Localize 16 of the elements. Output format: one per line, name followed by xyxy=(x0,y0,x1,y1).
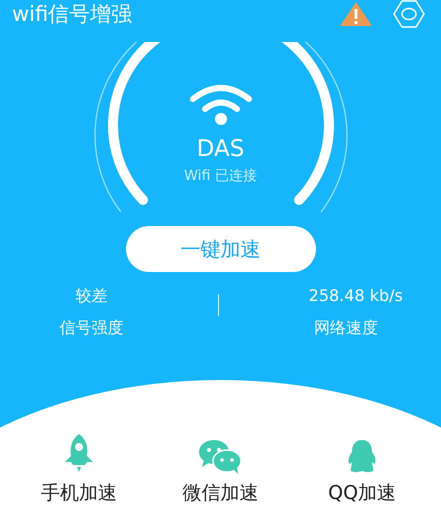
chat-bubbles-icon xyxy=(199,440,242,474)
warning-icon[interactable] xyxy=(339,1,373,27)
connection-status: Wifi 已连接 xyxy=(184,169,257,183)
settings-icon[interactable] xyxy=(393,0,425,28)
app-title: wifi信号增强 xyxy=(12,4,132,24)
stat-value: 258.48 kb/s xyxy=(308,288,403,304)
shortcut-button[interactable]: QQ加速 xyxy=(302,434,422,503)
wifi-icon xyxy=(190,84,252,126)
stat-label: 信号强度 xyxy=(59,320,124,336)
network-name: DAS xyxy=(196,138,244,161)
stat-label: 网络速度 xyxy=(314,320,378,336)
penguin-icon xyxy=(347,440,378,474)
stat-value: 较差 xyxy=(75,288,108,304)
rocket-icon xyxy=(62,434,95,474)
shortcut-button[interactable]: 手机加速 xyxy=(18,434,139,503)
shortcut-button[interactable]: 微信加速 xyxy=(160,434,280,503)
